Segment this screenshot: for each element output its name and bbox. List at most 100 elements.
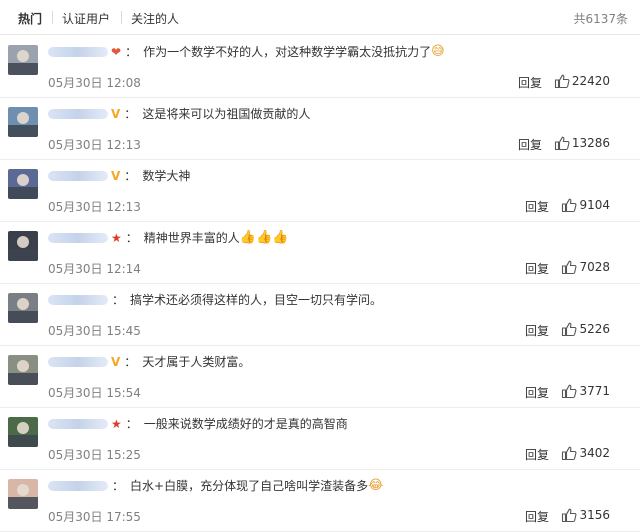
- reply-button[interactable]: 回复: [525, 260, 549, 277]
- thumbs-up-icon: [562, 384, 577, 399]
- avatar-head-shape: [17, 174, 29, 186]
- reply-button[interactable]: 回复: [525, 198, 549, 215]
- comment-time: 05月30日 12:14: [48, 262, 141, 276]
- comment-text: 白水+白膜，充分体现了自己啥叫学渣装备多: [130, 479, 369, 493]
- star-badge-icon: ★: [111, 417, 122, 431]
- avatar-head-shape: [17, 360, 29, 372]
- username-blurred[interactable]: [48, 295, 108, 305]
- avatar-body-shape: [8, 249, 38, 261]
- username-blurred[interactable]: [48, 47, 108, 57]
- avatar[interactable]: [8, 45, 38, 75]
- like-count: 5226: [579, 322, 610, 336]
- comment-list: ❤：作为一个数学不好的人，对这种数学学霸太没抵抗力了😅 05月30日 12:08 回…: [0, 36, 640, 532]
- avatar[interactable]: [8, 293, 38, 323]
- colon-separator: ：: [124, 107, 137, 121]
- comment-time: 05月30日 12:13: [48, 200, 141, 214]
- username-blurred[interactable]: [48, 171, 108, 181]
- comment-item: V： 天才属于人类财富。 05月30日 15:54 回复 3771: [0, 346, 640, 408]
- tab-verified-users[interactable]: 认证用户: [62, 10, 110, 27]
- like-count: 3402: [579, 446, 610, 460]
- heart-badge-icon: ❤: [111, 45, 122, 59]
- avatar-head-shape: [17, 236, 29, 248]
- comment-text: 天才属于人类财富。: [142, 355, 251, 369]
- colon-separator: ：: [125, 231, 138, 245]
- like-button[interactable]: 13286: [554, 134, 610, 152]
- comment-item: ★： 精神世界丰富的人👍👍👍 05月30日 12:14 回复 7028: [0, 222, 640, 284]
- comment-item: V： 数学大神 05月30日 12:13 回复 9104: [0, 160, 640, 222]
- colon-separator: ：: [125, 417, 138, 431]
- comment-text: 数学大神: [142, 169, 191, 183]
- username-blurred[interactable]: [48, 481, 108, 491]
- comment-time: 05月30日 12:08: [48, 76, 141, 90]
- reply-button[interactable]: 回复: [518, 136, 542, 153]
- emoji-icon: 😂: [368, 478, 384, 493]
- comment-time: 05月30日 17:55: [48, 510, 141, 524]
- colon-separator: ：: [125, 45, 138, 59]
- username-blurred[interactable]: [48, 233, 108, 243]
- comment-item: ： 白水+白膜，充分体现了自己啥叫学渣装备多😂 05月30日 17:55 回复 3156: [0, 470, 640, 532]
- avatar-body-shape: [8, 435, 38, 447]
- thumbs-up-icon: [562, 198, 577, 213]
- avatar-body-shape: [8, 125, 38, 137]
- like-button[interactable]: 22420: [554, 72, 610, 90]
- comment-line: ： 搞学术还必须得这样的人，目空一切只有学问。: [48, 292, 382, 308]
- comment-filter-tabs: 热门 认证用户 关注的人 共6137条: [0, 0, 640, 35]
- avatar-body-shape: [8, 63, 38, 75]
- emoji-icon: 👍👍👍: [239, 230, 289, 245]
- like-count: 3771: [579, 384, 610, 398]
- reply-button[interactable]: 回复: [525, 446, 549, 463]
- avatar[interactable]: [8, 231, 38, 261]
- tab-divider: [52, 11, 53, 24]
- comment-text: 一般来说数学成绩好的才是真的高智商: [143, 417, 348, 431]
- tab-following[interactable]: 关注的人: [131, 10, 179, 27]
- like-button[interactable]: 5226: [561, 320, 610, 338]
- like-count: 3156: [579, 508, 610, 522]
- thumbs-up-icon: [554, 74, 570, 89]
- avatar-head-shape: [17, 112, 29, 124]
- like-button[interactable]: 3771: [561, 382, 610, 400]
- like-button[interactable]: 7028: [561, 258, 610, 276]
- comment-text: 搞学术还必须得这样的人，目空一切只有学问。: [130, 293, 383, 307]
- comment-item: V： 这是将来可以为祖国做贡献的人 05月30日 12:13 回复 13286: [0, 98, 640, 160]
- username-blurred[interactable]: [48, 109, 108, 119]
- username-blurred[interactable]: [48, 419, 108, 429]
- thumbs-up-icon: [562, 322, 577, 337]
- comment-time: 05月30日 15:45: [48, 324, 141, 338]
- star-badge-icon: ★: [111, 231, 122, 245]
- colon-separator: ：: [124, 169, 137, 183]
- comment-line: ★： 一般来说数学成绩好的才是真的高智商: [48, 416, 348, 432]
- thumbs-up-icon: [562, 260, 577, 275]
- thumbs-up-icon: [554, 136, 570, 151]
- like-button[interactable]: 3156: [561, 506, 610, 524]
- reply-button[interactable]: 回复: [525, 508, 549, 525]
- tab-hot[interactable]: 热门: [18, 10, 42, 27]
- comment-item: ： 搞学术还必须得这样的人，目空一切只有学问。 05月30日 15:45 回复 5226: [0, 284, 640, 346]
- thumbs-up-icon: [562, 508, 577, 523]
- avatar[interactable]: [8, 355, 38, 385]
- comment-time: 05月30日 12:13: [48, 138, 141, 152]
- comment-line: ❤： 作为一个数学不好的人，对这种数学学霸太没抵抗力了😅: [48, 44, 445, 60]
- like-count: 7028: [579, 260, 610, 274]
- comment-item: ❤： 作为一个数学不好的人，对这种数学学霸太没抵抗力了😅 05月30日 12:08 回…: [0, 36, 640, 98]
- avatar-head-shape: [17, 422, 29, 434]
- like-button[interactable]: 9104: [561, 196, 610, 214]
- like-count: 22420: [571, 74, 610, 88]
- reply-button[interactable]: 回复: [525, 384, 549, 401]
- like-button[interactable]: 3402: [561, 444, 610, 462]
- avatar[interactable]: [8, 479, 38, 509]
- avatar[interactable]: [8, 417, 38, 447]
- comment-text: 这是将来可以为祖国做贡献的人: [142, 107, 311, 121]
- avatar-head-shape: [17, 298, 29, 310]
- username-blurred[interactable]: [48, 357, 108, 367]
- tab-divider: [121, 11, 122, 24]
- avatar-body-shape: [8, 187, 38, 199]
- avatar[interactable]: [8, 169, 38, 199]
- reply-button[interactable]: 回复: [518, 74, 542, 91]
- like-count: 13286: [571, 136, 610, 150]
- reply-button[interactable]: 回复: [525, 322, 549, 339]
- avatar[interactable]: [8, 107, 38, 137]
- like-count: 9104: [579, 198, 610, 212]
- comment-time: 05月30日 15:54: [48, 386, 141, 400]
- avatar-body-shape: [8, 311, 38, 323]
- verified-v-icon: V: [111, 107, 121, 121]
